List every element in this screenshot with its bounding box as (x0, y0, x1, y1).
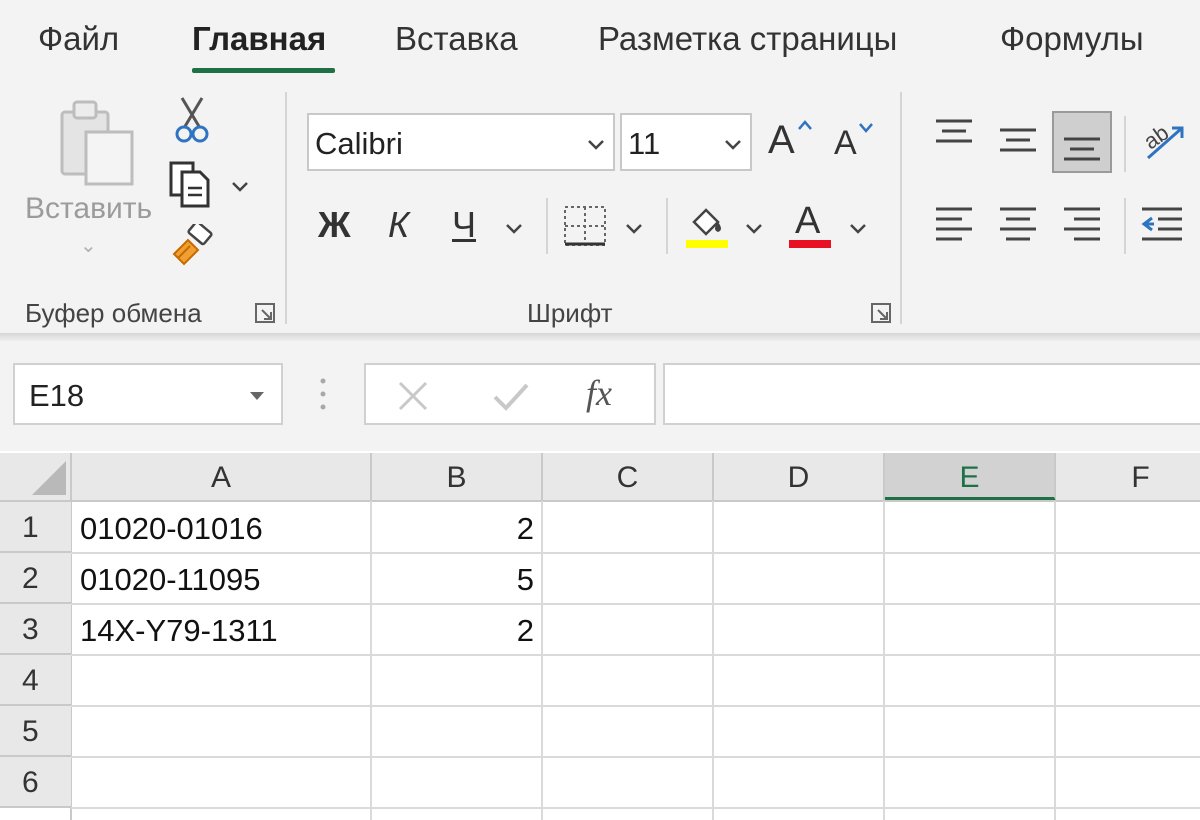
gridline (1054, 501, 1056, 820)
row-header-2[interactable]: 2 (0, 553, 71, 604)
formula-input[interactable] (663, 363, 1200, 425)
align-right-icon[interactable] (1062, 205, 1102, 245)
cell-a3[interactable]: 14X-Y79-1311 (80, 605, 365, 656)
tab-formulas[interactable]: Формулы (1000, 20, 1144, 58)
select-all-triangle-icon (32, 461, 66, 495)
font-color-dropdown-chevron-icon[interactable] (848, 218, 868, 238)
tab-page-layout[interactable]: Разметка страницы (598, 20, 897, 58)
header-divider (0, 500, 1200, 502)
align-middle-icon[interactable] (998, 124, 1038, 158)
fill-color-dropdown-chevron-icon[interactable] (744, 218, 764, 238)
toolbar-separator (1124, 198, 1126, 254)
caret-down-icon (859, 123, 873, 133)
ribbon-group-divider (285, 92, 287, 324)
cell-b3[interactable]: 2 (375, 605, 534, 656)
enter-icon[interactable] (492, 379, 530, 413)
gridline (541, 501, 543, 820)
decrease-font-size-button[interactable]: A (834, 124, 857, 163)
toolbar-separator (666, 198, 668, 254)
name-box[interactable]: E18 (13, 363, 283, 425)
bold-button[interactable]: Ж (318, 204, 351, 246)
column-header-b[interactable]: B (372, 453, 543, 501)
formula-buttons: fx (364, 363, 656, 425)
fill-color-icon[interactable] (684, 200, 730, 250)
ribbon-bottom-edge (0, 333, 1200, 341)
orientation-icon[interactable]: ab (1140, 112, 1200, 164)
gridline (71, 756, 1200, 758)
tab-home[interactable]: Главная (192, 20, 326, 58)
row-header-6[interactable]: 6 (0, 757, 71, 808)
font-dialog-launcher-icon[interactable] (870, 302, 892, 324)
cell-b2[interactable]: 5 (375, 554, 534, 605)
font-group-label: Шрифт (527, 298, 613, 328)
align-left-icon[interactable] (934, 205, 974, 245)
formula-bar-resize-handle[interactable] (319, 377, 327, 411)
align-bottom-icon (1064, 137, 1100, 161)
column-header-c[interactable]: C (543, 453, 714, 501)
row-header-4[interactable]: 4 (0, 655, 71, 706)
font-size-value: 11 (628, 126, 661, 161)
row-header-3[interactable]: 3 (0, 604, 71, 655)
column-header-d[interactable]: D (714, 453, 885, 501)
toolbar-separator (546, 198, 548, 254)
italic-button[interactable]: К (388, 204, 409, 246)
paste-dropdown[interactable]: ⌄ (80, 233, 97, 258)
select-all-corner[interactable] (0, 453, 71, 501)
cell-a1[interactable]: 01020-01016 (80, 503, 365, 554)
tab-file[interactable]: Файл (38, 20, 119, 58)
paste-icon[interactable] (58, 98, 138, 188)
ribbon-group-divider (900, 92, 902, 324)
toolbar-separator (1124, 116, 1126, 172)
font-size-combobox[interactable]: 11 (620, 113, 752, 171)
borders-dropdown-chevron-icon[interactable] (624, 218, 644, 238)
row-header-1[interactable]: 1 (0, 502, 71, 553)
gridline (712, 501, 714, 820)
caret-up-icon (798, 120, 812, 130)
chevron-down-icon (588, 140, 604, 150)
align-bottom-button[interactable] (1052, 111, 1112, 173)
column-header-a[interactable]: A (72, 453, 372, 501)
insert-function-button[interactable]: fx (586, 372, 612, 414)
font-name-value: Calibri (315, 126, 403, 161)
clipboard-group-label: Буфер обмена (25, 298, 202, 328)
increase-font-size-button[interactable]: A (768, 118, 795, 163)
cancel-icon[interactable] (396, 379, 430, 413)
font-color-swatch (789, 240, 831, 248)
underline-button[interactable]: Ч (452, 204, 476, 246)
tab-insert[interactable]: Вставка (395, 20, 518, 58)
ribbon-tab-bar: Файл Главная Вставка Разметка страницы Ф… (0, 0, 1200, 88)
chevron-down-icon (725, 140, 741, 150)
cut-icon[interactable] (174, 96, 210, 144)
align-center-icon[interactable] (998, 205, 1038, 245)
decrease-font-size-glyph: A (834, 124, 857, 162)
cell-a2[interactable]: 01020-11095 (80, 554, 365, 605)
font-name-combobox[interactable]: Calibri (307, 113, 615, 171)
decrease-indent-icon[interactable] (1140, 205, 1184, 245)
name-box-value: E18 (29, 378, 85, 413)
row-header-5[interactable]: 5 (0, 706, 71, 757)
copy-icon[interactable] (168, 160, 216, 208)
underline-dropdown-chevron-icon[interactable] (504, 218, 524, 238)
column-header-f[interactable]: F (1056, 453, 1200, 501)
align-top-icon[interactable] (934, 118, 974, 152)
font-color-button[interactable]: A (795, 200, 820, 243)
gridline (370, 501, 372, 820)
copy-dropdown-chevron-icon[interactable] (230, 176, 250, 196)
gridline (71, 807, 1200, 809)
gridline (71, 705, 1200, 707)
increase-font-size-glyph: A (768, 118, 795, 162)
format-painter-icon[interactable] (170, 224, 214, 268)
active-tab-indicator (192, 68, 335, 73)
paste-button-label[interactable]: Вставить (25, 192, 152, 226)
caret-down-icon (250, 392, 264, 400)
cell-b1[interactable]: 2 (375, 503, 534, 554)
clipboard-dialog-launcher-icon[interactable] (254, 302, 276, 324)
font-color-glyph: A (795, 200, 821, 242)
gridline (883, 501, 885, 820)
borders-icon[interactable] (563, 205, 607, 247)
column-header-e[interactable]: E (885, 453, 1056, 501)
